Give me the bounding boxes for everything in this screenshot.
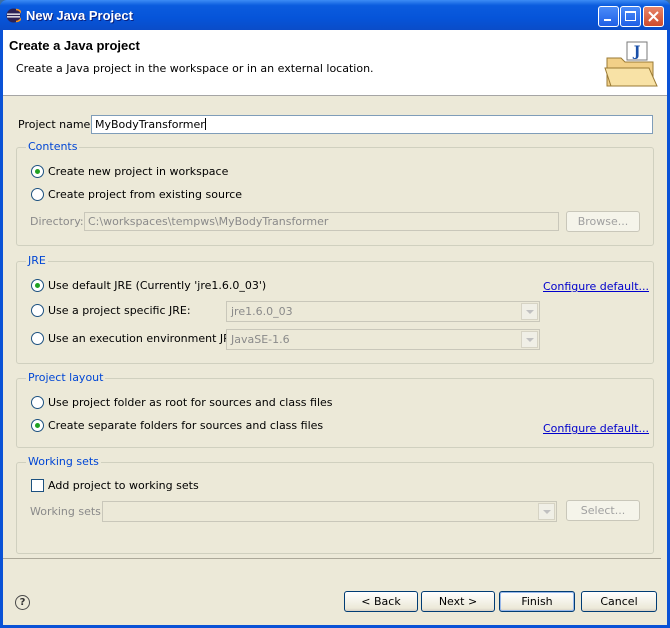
radio-indicator	[31, 419, 44, 432]
maximize-icon	[625, 11, 636, 21]
radio-indicator	[31, 279, 44, 292]
radio-separate-folders[interactable]: Create separate folders for sources and …	[31, 419, 323, 432]
wizard-title: Create a Java project	[9, 38, 140, 53]
text-caret	[204, 118, 206, 130]
radio-indicator	[31, 165, 44, 178]
working-sets-label: Working sets:	[30, 505, 105, 518]
maximize-button[interactable]	[620, 6, 641, 27]
back-button[interactable]: < Back	[344, 591, 418, 612]
project-layout-group: Project layout	[16, 371, 654, 448]
wizard-description: Create a Java project in the workspace o…	[16, 62, 374, 75]
configure-layout-default-link[interactable]: Configure default...	[543, 422, 649, 435]
execution-environment-select[interactable]: JavaSE-1.6	[226, 329, 540, 350]
minimize-icon	[604, 19, 611, 21]
finish-button[interactable]: Finish	[499, 591, 575, 612]
execution-environment-value: JavaSE-1.6	[231, 333, 290, 346]
radio-create-new-project[interactable]: Create new project in workspace	[31, 165, 228, 178]
chevron-down-icon	[521, 303, 538, 320]
browse-button[interactable]: Browse...	[566, 211, 640, 232]
cancel-button[interactable]: Cancel	[581, 591, 657, 612]
working-sets-group-title: Working sets	[26, 455, 101, 468]
footer-separator	[3, 558, 661, 559]
radio-label: Use an execution environment JRE:	[48, 332, 242, 345]
svg-text:J: J	[632, 44, 641, 60]
radio-indicator	[31, 332, 44, 345]
project-name-value: MyBodyTransformer	[95, 118, 205, 131]
configure-jre-default-link[interactable]: Configure default...	[543, 280, 649, 293]
directory-label: Directory:	[30, 215, 84, 228]
dialog-window: New Java Project Create a Java project C…	[0, 0, 670, 628]
radio-label: Use a project specific JRE:	[48, 304, 191, 317]
dialog-body: Create a Java project Create a Java proj…	[3, 30, 667, 625]
chevron-down-icon	[521, 331, 538, 348]
radio-from-existing-source[interactable]: Create project from existing source	[31, 188, 242, 201]
project-layout-group-title: Project layout	[26, 371, 106, 384]
chevron-down-icon	[538, 503, 555, 520]
radio-label: Create new project in workspace	[48, 165, 229, 178]
radio-label: Create separate folders for sources and …	[48, 419, 324, 432]
close-button[interactable]	[643, 6, 664, 27]
specific-jre-select[interactable]: jre1.6.0_03	[226, 301, 540, 322]
project-name-input[interactable]: MyBodyTransformer	[91, 115, 653, 134]
radio-label: Use project folder as root for sources a…	[48, 396, 333, 409]
radio-label: Create project from existing source	[48, 188, 243, 201]
close-icon	[648, 11, 659, 22]
radio-indicator	[31, 304, 44, 317]
project-name-label: Project name:	[18, 118, 95, 131]
radio-project-specific-jre[interactable]: Use a project specific JRE:	[31, 304, 191, 317]
java-project-folder-icon: J	[604, 41, 658, 87]
directory-input[interactable]: C:\workspaces\tempws\MyBodyTransformer	[84, 212, 559, 231]
eclipse-icon	[6, 8, 21, 23]
wizard-banner: Create a Java project Create a Java proj…	[3, 30, 667, 96]
working-sets-select[interactable]	[102, 501, 557, 522]
contents-group-title: Contents	[26, 140, 80, 153]
jre-group-title: JRE	[26, 254, 48, 267]
radio-label: Use default JRE (Currently 'jre1.6.0_03'…	[48, 279, 267, 292]
minimize-button[interactable]	[598, 6, 619, 27]
radio-folder-as-root[interactable]: Use project folder as root for sources a…	[31, 396, 333, 409]
radio-default-jre[interactable]: Use default JRE (Currently 'jre1.6.0_03'…	[31, 279, 266, 292]
radio-execution-environment-jre[interactable]: Use an execution environment JRE:	[31, 332, 241, 345]
next-button[interactable]: Next >	[421, 591, 495, 612]
title-bar[interactable]: New Java Project	[0, 0, 670, 30]
checkbox-label: Add project to working sets	[48, 479, 199, 492]
help-icon[interactable]: ?	[15, 595, 30, 610]
specific-jre-value: jre1.6.0_03	[231, 305, 293, 318]
checkbox-indicator	[31, 479, 44, 492]
select-working-sets-button[interactable]: Select...	[566, 500, 640, 521]
radio-indicator	[31, 188, 44, 201]
add-to-working-sets-checkbox[interactable]: Add project to working sets	[31, 479, 199, 492]
window-title: New Java Project	[26, 8, 133, 23]
radio-indicator	[31, 396, 44, 409]
